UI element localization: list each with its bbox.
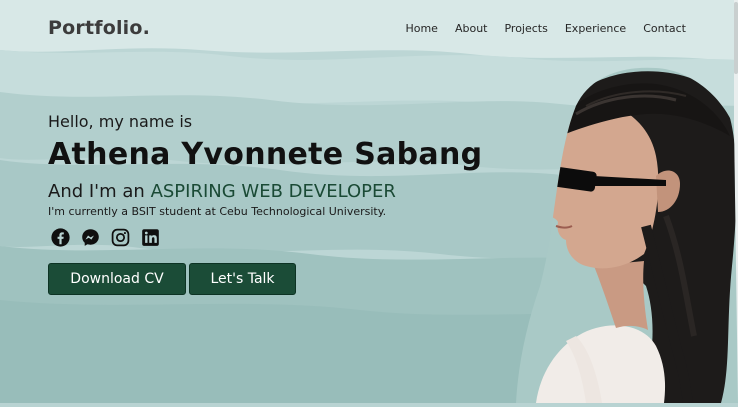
facebook-icon[interactable] [51, 228, 70, 247]
nav-home[interactable]: Home [405, 22, 437, 35]
greeting: Hello, my name is [48, 112, 193, 131]
messenger-icon[interactable] [81, 228, 100, 247]
role-highlight: ASPIRING WEB DEVELOPER [150, 181, 396, 202]
linkedin-icon[interactable] [141, 228, 160, 247]
hero-buttons: Download CV Let's Talk [48, 263, 518, 295]
nav-contact[interactable]: Contact [643, 22, 686, 35]
scrollbar-thumb[interactable] [734, 2, 738, 74]
lets-talk-button[interactable]: Let's Talk [189, 263, 296, 295]
main-nav: Home About Projects Experience Contact [405, 22, 686, 35]
nav-about[interactable]: About [455, 22, 488, 35]
logo[interactable]: Portfolio. [48, 17, 150, 39]
download-cv-button[interactable]: Download CV [48, 263, 186, 295]
hero-description: I'm currently a BSIT student at Cebu Tec… [48, 205, 387, 218]
instagram-icon[interactable] [111, 228, 130, 247]
social-links [51, 228, 518, 247]
hero-role: And I'm an ASPIRING WEB DEVELOPER [48, 180, 518, 204]
profile-portrait [516, 66, 738, 403]
nav-projects[interactable]: Projects [504, 22, 547, 35]
hero-section: Hello, my name is Athena Yvonnete Sabang… [48, 112, 518, 295]
role-prefix: And I'm an [48, 181, 145, 202]
hero-name: Athena Yvonnete Sabang [48, 137, 483, 172]
site-header: Portfolio. Home About Projects Experienc… [0, 0, 734, 60]
nav-experience[interactable]: Experience [565, 22, 626, 35]
